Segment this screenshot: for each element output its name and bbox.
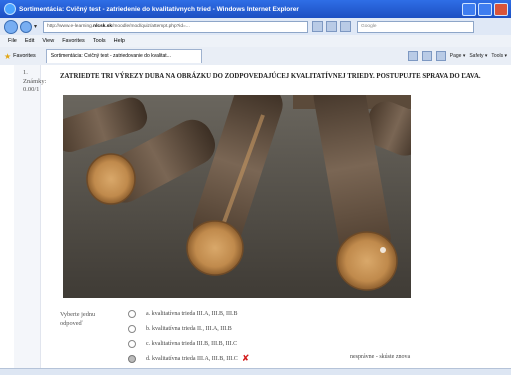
menu-favorites[interactable]: Favorites: [62, 38, 85, 44]
oak-logs-photo: [63, 95, 411, 298]
radio-c[interactable]: [128, 340, 136, 348]
menu-edit[interactable]: Edit: [25, 38, 34, 44]
minimize-icon[interactable]: [462, 2, 476, 16]
stop-icon[interactable]: [340, 21, 352, 32]
back-icon[interactable]: [4, 19, 18, 34]
choose-answer-label: Vyberte jednu odpoveď: [60, 311, 96, 327]
page-content: 1. Známky: 0.00/1 ZATRIEDTE TRI VÝREZY D…: [0, 65, 511, 368]
forward-icon[interactable]: [20, 20, 32, 33]
answer-option-d[interactable]: d. kvalitatívna trieda III.A, III.B, III…: [128, 354, 249, 364]
question-number: 1.: [23, 69, 28, 76]
oak-logs-image: [63, 95, 411, 298]
page-menu[interactable]: Page ▾: [450, 53, 466, 59]
search-input[interactable]: Google: [357, 20, 475, 33]
option-a-label: a. kvalitatívna trieda III.A, III.B, III…: [146, 311, 238, 317]
answer-option-a[interactable]: a. kvalitatívna trieda III.A, III.B, III…: [128, 309, 237, 319]
favorites-star-icon[interactable]: ★: [4, 52, 11, 61]
menu-help[interactable]: Help: [114, 38, 125, 44]
window-title: Sortimentácia: Cvičný test - zatriedenie…: [19, 5, 299, 13]
address-host: nlcsk.sk: [93, 23, 113, 29]
feedback-text: nesprávne - skúste znova: [350, 354, 411, 360]
menu-bar: File Edit View Favorites Tools Help: [0, 35, 511, 47]
window-controls: [462, 2, 508, 16]
refresh-icon[interactable]: [326, 21, 338, 32]
tools-menu[interactable]: Tools ▾: [491, 53, 507, 59]
menu-tools[interactable]: Tools: [93, 38, 106, 44]
radio-d[interactable]: [128, 355, 136, 363]
address-input[interactable]: http://www.e-learning.nlcsk.sk/moodle/mo…: [43, 20, 309, 33]
radio-a[interactable]: [128, 310, 136, 318]
question-info: 1. Známky: 0.00/1: [23, 69, 46, 95]
question-info-rail: [14, 65, 41, 368]
option-d-label: d. kvalitatívna trieda III.A, III.B, III…: [146, 356, 238, 362]
command-bar: Page ▾ Safety ▾ Tools ▾: [407, 51, 507, 61]
menu-view[interactable]: View: [42, 38, 54, 44]
option-c-label: c. kvalitatívna trieda III.B, III.B, III…: [146, 341, 238, 347]
browser-tab[interactable]: Sortimentácia: Cvičný test - zatriedovan…: [45, 49, 202, 63]
ie-logo-icon: [4, 3, 16, 15]
address-actions: [312, 21, 352, 32]
incorrect-x-icon: ✘: [241, 354, 250, 364]
safety-menu[interactable]: Safety ▾: [469, 53, 487, 59]
score-value: 0.00/1: [23, 86, 40, 93]
question-text: ZATRIEDTE TRI VÝREZY DUBA NA OBRÁZKU DO …: [60, 73, 481, 80]
window-titlebar: Sortimentácia: Cvičný test - zatriedenie…: [0, 0, 511, 18]
feeds-icon[interactable]: [421, 51, 432, 61]
compatibility-icon[interactable]: [312, 21, 324, 32]
answer-option-c[interactable]: c. kvalitatívna trieda III.B, III.B, III…: [128, 339, 237, 349]
score-label: Známky:: [23, 77, 47, 85]
home-icon[interactable]: [407, 51, 418, 61]
menu-file[interactable]: File: [8, 38, 17, 44]
favorites-button[interactable]: Favorites: [13, 53, 36, 59]
close-icon[interactable]: [494, 2, 508, 16]
history-dropdown-icon[interactable]: ▾: [34, 23, 37, 30]
option-b-label: b. kvalitatívna trieda II., III.A, III.B: [146, 326, 232, 332]
favorites-bar: ★ Favorites Sortimentácia: Cvičný test -…: [0, 47, 511, 66]
address-toolbar: ▾ http://www.e-learning.nlcsk.sk/moodle/…: [0, 18, 511, 35]
maximize-icon[interactable]: [478, 2, 492, 16]
answer-option-b[interactable]: b. kvalitatívna trieda II., III.A, III.B: [128, 324, 232, 334]
radio-b[interactable]: [128, 325, 136, 333]
print-icon[interactable]: [435, 51, 446, 61]
